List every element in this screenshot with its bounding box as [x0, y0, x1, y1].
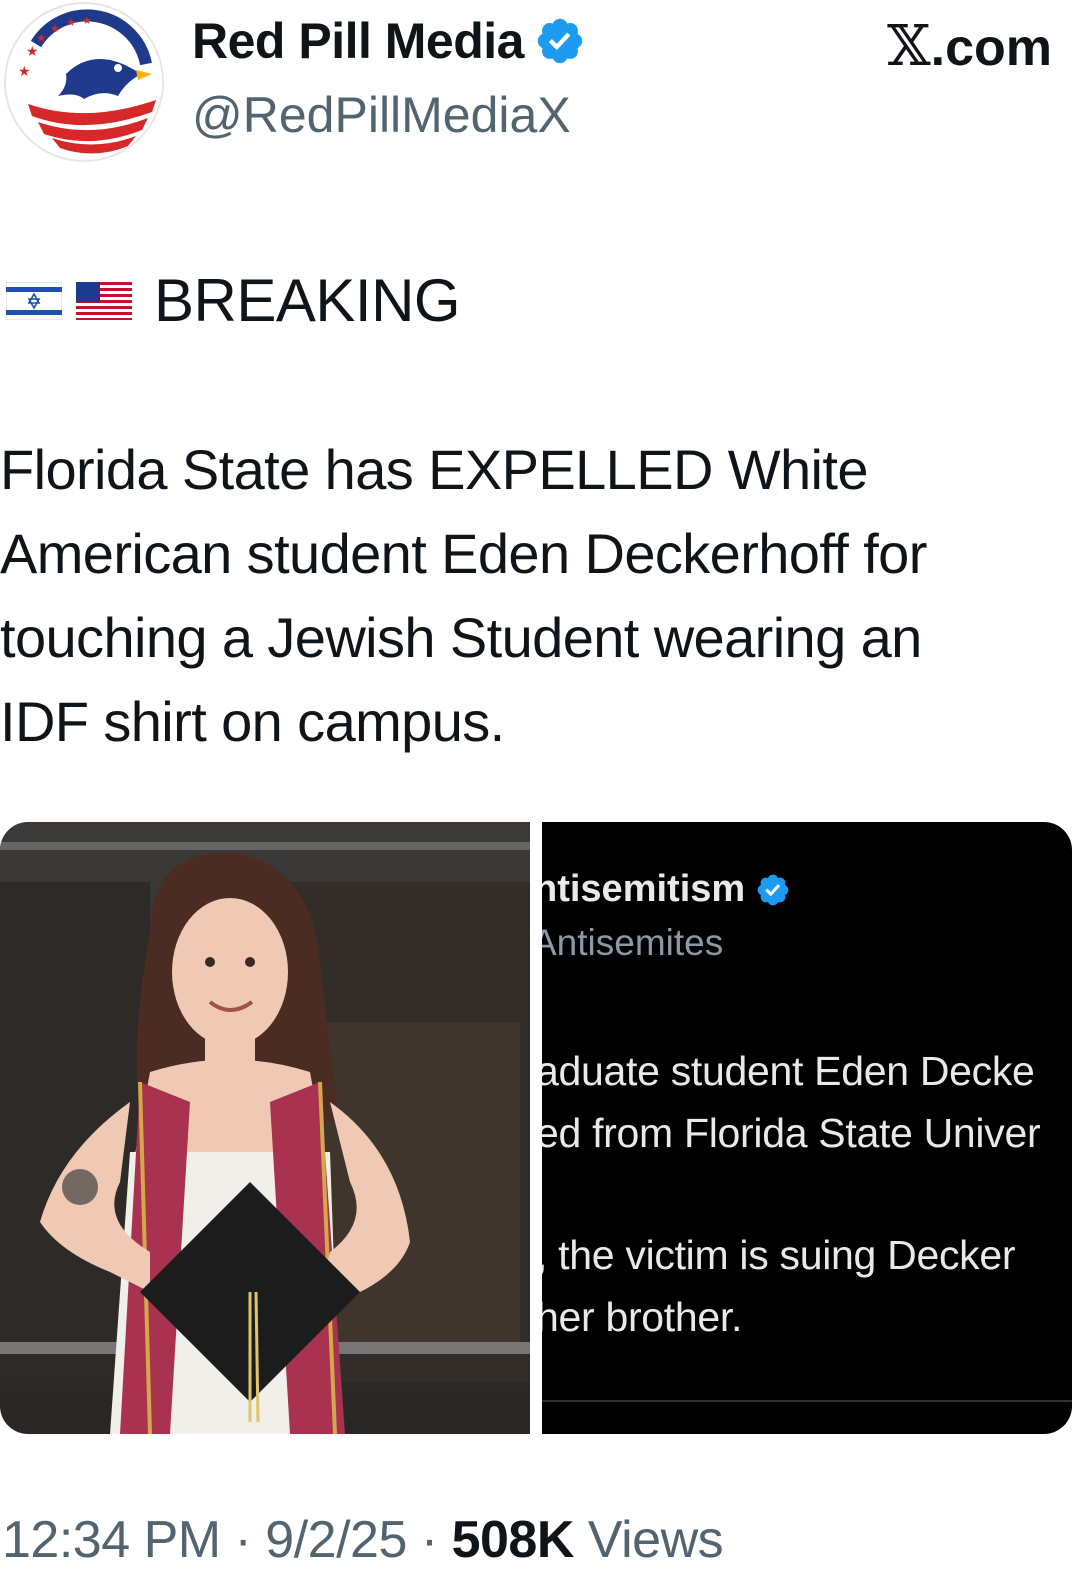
graduate-photo-image [0, 822, 530, 1434]
post-meta: 12:34 PM · 9/2/25 · 508K Views [2, 1510, 724, 1570]
screenshot-text-line: aduate student Eden Decke [542, 1048, 1035, 1094]
post-time[interactable]: 12:34 PM [2, 1511, 221, 1569]
screenshot-author-handle: Antisemites [542, 922, 724, 963]
views-count[interactable]: 508K [452, 1511, 575, 1569]
svg-text:★: ★ [82, 14, 92, 27]
screenshot-author-name: ntisemitism [542, 868, 746, 910]
svg-text:★: ★ [36, 31, 47, 45]
screenshot-text-line: ed from Florida State Univer [542, 1110, 1041, 1156]
breaking-line: BREAKING [6, 266, 461, 335]
post-body-line: Florida State has EXPELLED White [0, 438, 868, 501]
author-handle[interactable]: @RedPillMediaX [192, 86, 571, 144]
screenshot-divider [542, 1400, 1072, 1402]
svg-text:★: ★ [50, 22, 60, 35]
profile-avatar[interactable]: ★ ★ ★ ★ ★ ★ [4, 2, 164, 162]
israel-flag-icon [6, 281, 62, 320]
media-grid[interactable]: ntisemitism Antisemites aduate student E… [0, 822, 1072, 1434]
post-body-line: IDF shirt on campus. [0, 690, 505, 753]
breaking-label: BREAKING [154, 267, 461, 334]
svg-text:★: ★ [26, 44, 39, 60]
post-body-line: American student Eden Deckerhoff for [0, 522, 927, 585]
site-suffix: .com [930, 19, 1052, 77]
post-date[interactable]: 9/2/25 [265, 1511, 407, 1569]
post-body-line: touching a Jewish Student wearing an [0, 606, 922, 669]
graduate-photo[interactable] [0, 822, 530, 1434]
site-label: 𝕏.com [887, 14, 1052, 79]
verified-badge-icon [757, 874, 789, 905]
us-flag-icon [76, 281, 132, 320]
screenshot-text-line: her brother. [542, 1294, 743, 1340]
screenshot-author-row: ntisemitism [542, 868, 791, 911]
post-body: Florida State has EXPELLED White America… [0, 428, 1072, 764]
meta-separator: · [220, 1511, 266, 1569]
x-logo-icon: 𝕏 [887, 14, 931, 79]
eagle-flag-logo-icon: ★ ★ ★ ★ ★ ★ [8, 6, 162, 160]
svg-text:★: ★ [66, 16, 76, 29]
author-display-name[interactable]: Red Pill Media [192, 12, 524, 70]
screenshot-text-line: , the victim is suing Decker [542, 1232, 1016, 1278]
tweet-screenshot[interactable]: ntisemitism Antisemites aduate student E… [542, 822, 1072, 1434]
verified-badge-icon [537, 18, 583, 64]
author-name-row[interactable]: Red Pill Media [192, 12, 586, 70]
svg-text:★: ★ [18, 64, 31, 80]
meta-separator: · [406, 1511, 452, 1569]
views-label: Views [573, 1511, 724, 1569]
